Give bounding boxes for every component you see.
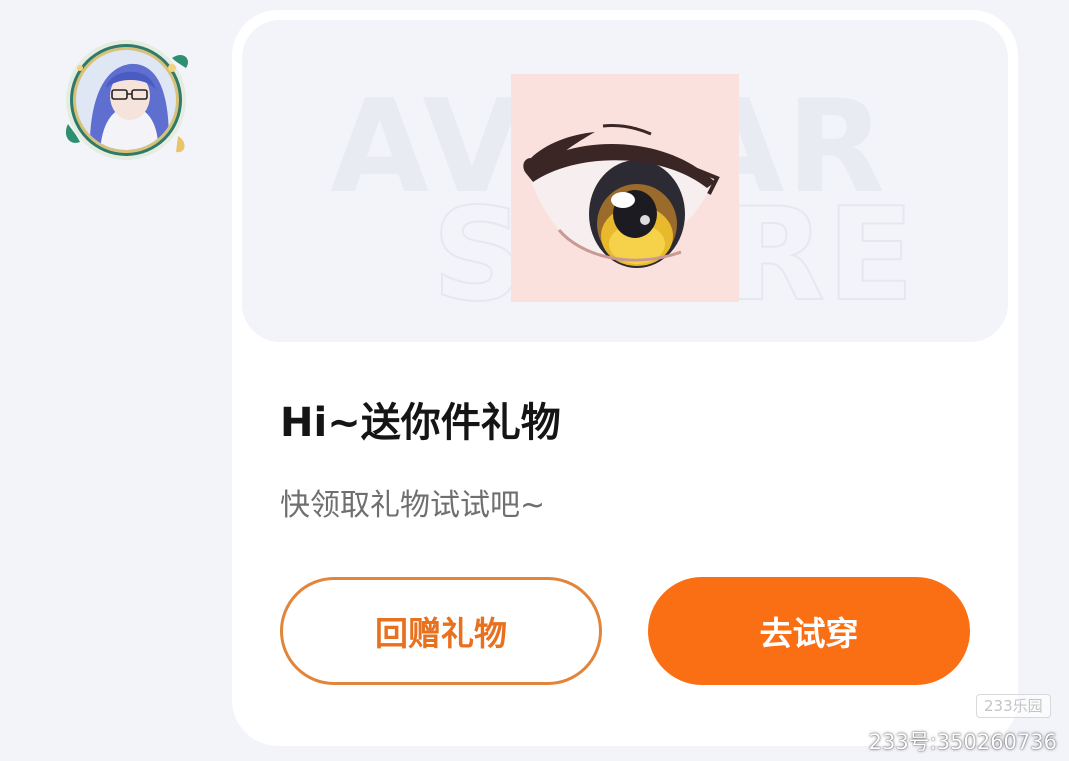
gift-title: Hi~送你件礼物 (280, 400, 561, 446)
gift-item-image (511, 74, 739, 302)
sender-avatar[interactable] (60, 38, 196, 162)
gift-subtitle: 快领取礼物试试吧~ (280, 488, 546, 523)
try-on-button[interactable]: 去试穿 (648, 577, 970, 685)
gift-card: AVATAR STORE (232, 10, 1018, 746)
gift-banner: AVATAR STORE (242, 20, 1008, 342)
return-gift-button[interactable]: 回赠礼物 (280, 577, 602, 685)
anime-eye-icon (523, 124, 720, 268)
app-watermark-logo: 233乐园 (976, 694, 1051, 718)
user-id-watermark: 233号:350260736 (868, 730, 1057, 754)
